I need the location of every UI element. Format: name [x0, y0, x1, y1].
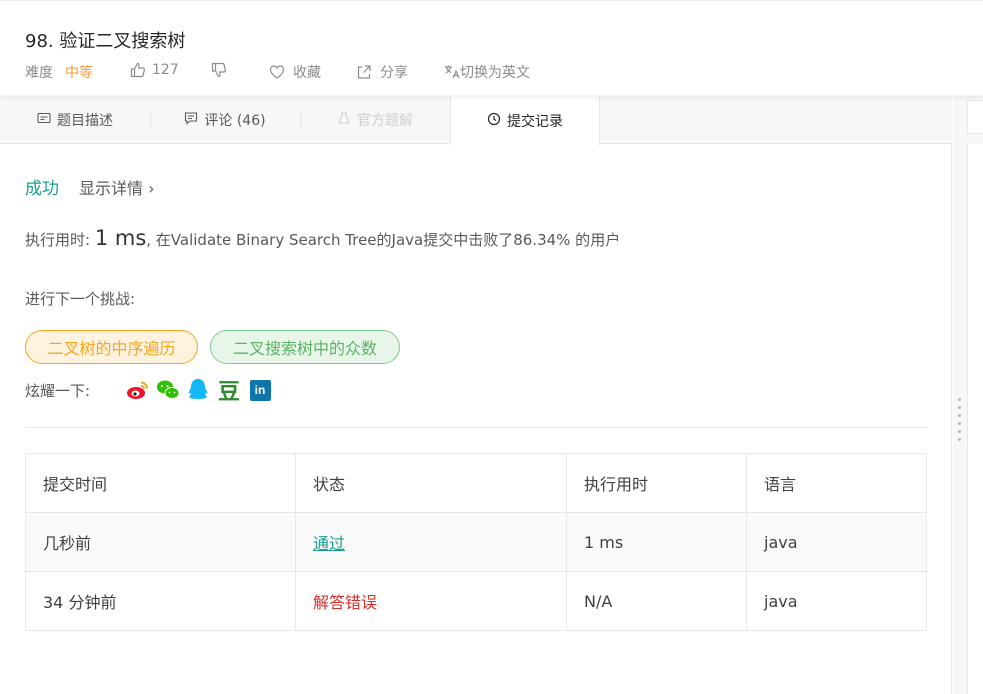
header-language: 语言 — [746, 453, 927, 513]
cell-runtime: N/A — [566, 571, 747, 631]
cell-runtime: 1 ms — [566, 512, 747, 572]
cell-language: java — [746, 571, 927, 631]
tab-bar: 题目描述 评论 (46) 官方题解 提交记录 — [0, 96, 952, 145]
table-row: 几秒前 通过 1 ms java — [25, 512, 927, 572]
dislike-button[interactable] — [211, 62, 227, 78]
share-label: 炫耀一下: — [25, 382, 91, 400]
cell-language: java — [746, 512, 927, 572]
cell-status: 解答错误 — [295, 571, 567, 631]
clock-icon — [487, 112, 501, 130]
translate-label: 切换为英文 — [460, 65, 530, 81]
wechat-icon[interactable] — [156, 378, 180, 402]
submissions-table: 提交时间 状态 执行用时 语言 几秒前 通过 1 ms java 34 分钟前 … — [25, 453, 927, 631]
tab-label: 题目描述 — [57, 113, 113, 129]
status-accepted-link[interactable]: 通过 — [313, 534, 345, 553]
linkedin-icon[interactable]: in — [248, 378, 272, 402]
share-icon — [356, 64, 372, 80]
heart-icon — [269, 64, 285, 80]
description-icon — [37, 111, 51, 129]
tab-official-solution[interactable]: 官方题解 — [300, 96, 450, 144]
section-divider — [25, 427, 928, 428]
favorite-label: 收藏 — [293, 65, 321, 81]
translate-button[interactable]: 切换为英文 — [444, 62, 530, 82]
table-header-row: 提交时间 状态 执行用时 语言 — [25, 453, 927, 513]
solution-icon — [337, 111, 351, 129]
header-runtime: 执行用时 — [566, 453, 747, 513]
like-button[interactable]: 127 — [130, 62, 179, 78]
show-details-link[interactable]: 显示详情 › — [79, 175, 155, 199]
douban-icon[interactable]: 豆 — [217, 378, 241, 405]
comment-icon — [184, 111, 198, 129]
tab-label: 评论 (46) — [204, 113, 266, 129]
tab-comments[interactable]: 评论 (46) — [150, 96, 300, 144]
runtime-summary: 执行用时: 1 ms, 在Validate Binary Search Tree… — [25, 226, 620, 250]
status-success: 成功 — [25, 179, 59, 199]
challenge-inorder-traversal[interactable]: 二叉树的中序遍历 — [25, 330, 198, 364]
runtime-suffix: , 在Validate Binary Search Tree的Java提交中击败… — [146, 231, 621, 249]
status-wrong-answer-link[interactable]: 解答错误 — [313, 593, 377, 612]
thumbs-down-icon — [211, 62, 227, 78]
challenge-bst-mode[interactable]: 二叉搜索树中的众数 — [210, 330, 400, 364]
problem-header: 98. 验证二叉搜索树 难度 中等 127 收藏 分享 切换为英文 — [0, 0, 983, 95]
share-label: 分享 — [380, 65, 408, 81]
cell-status: 通过 — [295, 512, 567, 572]
difficulty: 难度 中等 — [25, 62, 93, 82]
cell-time: 34 分钟前 — [25, 571, 296, 631]
runtime-prefix: 执行用时: — [25, 231, 95, 249]
share-button[interactable]: 分享 — [356, 62, 408, 82]
runtime-value: 1 ms — [94, 226, 147, 250]
table-row: 34 分钟前 解答错误 N/A java — [25, 571, 927, 631]
difficulty-value: 中等 — [65, 65, 93, 81]
header-submit-time: 提交时间 — [25, 453, 296, 513]
tab-label: 提交记录 — [507, 113, 563, 130]
right-pane-tab[interactable] — [967, 100, 983, 134]
cell-time: 几秒前 — [25, 512, 296, 572]
like-count: 127 — [152, 62, 179, 78]
result-status-row: 成功 显示详情 › — [25, 174, 155, 200]
header-status: 状态 — [295, 453, 567, 513]
tab-label: 官方题解 — [357, 113, 413, 129]
right-pane-editor — [967, 144, 983, 694]
next-challenge-label: 进行下一个挑战: — [25, 290, 136, 308]
translate-icon — [444, 64, 460, 80]
difficulty-label: 难度 — [25, 65, 53, 81]
qq-icon[interactable] — [186, 378, 210, 402]
tab-description[interactable]: 题目描述 — [0, 96, 150, 144]
resize-handle[interactable] — [958, 398, 962, 452]
problem-title: 98. 验证二叉搜索树 — [25, 31, 186, 52]
tab-submissions[interactable]: 提交记录 — [450, 96, 600, 145]
weibo-icon[interactable] — [126, 378, 150, 402]
favorite-button[interactable]: 收藏 — [269, 62, 321, 82]
thumbs-up-icon — [130, 62, 146, 78]
